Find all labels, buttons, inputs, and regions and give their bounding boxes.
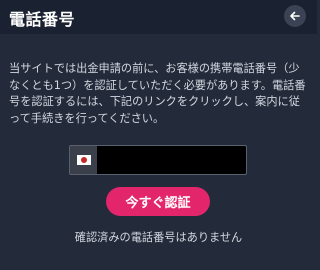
header-bar: 電話番号 [0, 0, 317, 34]
verification-status-text: 確認済みの電話番号はありません [74, 231, 243, 244]
page-title: 電話番号 [9, 10, 76, 29]
back-button[interactable] [284, 5, 306, 27]
phone-number-field[interactable] [69, 145, 247, 175]
arrow-left-icon [290, 11, 300, 21]
japan-flag-icon [76, 155, 91, 165]
country-selector[interactable] [70, 146, 97, 174]
verify-now-button[interactable]: 今すぐ認証 [106, 187, 210, 216]
verification-description: 当サイトでは出金申請の前に、お客様の携帯電話番号（少なくとも1つ）を認証していた… [9, 62, 306, 125]
